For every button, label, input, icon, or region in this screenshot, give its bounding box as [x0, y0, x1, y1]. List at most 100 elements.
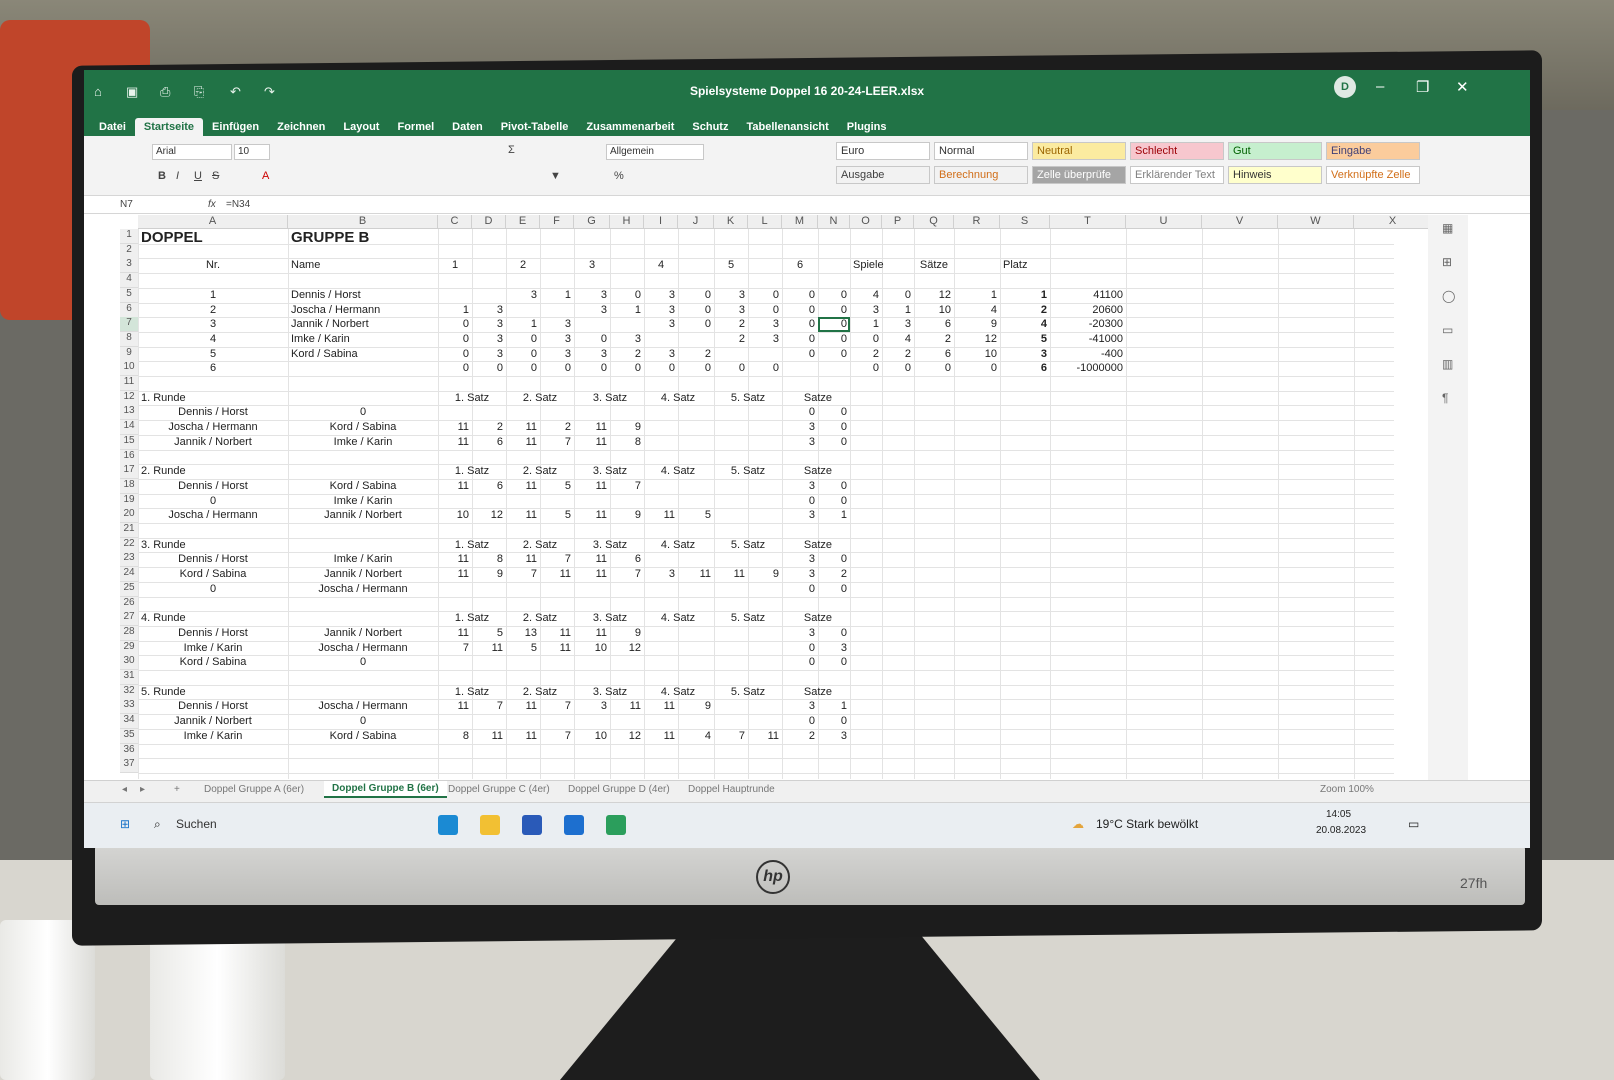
row-header-9[interactable]: 9 [120, 346, 138, 362]
cell-k6[interactable]: 3 [714, 303, 748, 318]
cell-e32[interactable]: 2. Satz [506, 685, 574, 700]
cell-style-11[interactable]: Verknüpfte Zelle [1326, 166, 1420, 184]
restore-icon[interactable]: ❐ [1416, 78, 1429, 96]
name-box[interactable]: N7 [120, 199, 133, 210]
italic-icon[interactable]: I [176, 170, 179, 182]
cell-g28[interactable]: 11 [574, 626, 610, 641]
tab-daten[interactable]: Daten [443, 118, 492, 136]
row-header-1[interactable]: 1 [120, 229, 138, 244]
cell-g18[interactable]: 11 [574, 479, 610, 494]
row-header-11[interactable]: 11 [120, 376, 138, 391]
cell-t6[interactable]: 20600 [1050, 303, 1126, 318]
column-header-r[interactable]: R [954, 215, 1000, 229]
cell-style-8[interactable]: Zelle überprüfe [1032, 166, 1126, 184]
properties-icon[interactable]: ▦ [1442, 221, 1453, 235]
row-header-6[interactable]: 6 [120, 302, 138, 318]
cell-a14[interactable]: Joscha / Hermann [138, 420, 288, 435]
row-header-10[interactable]: 10 [120, 361, 138, 377]
cell-g9[interactable]: 3 [574, 347, 610, 362]
cell-h35[interactable]: 12 [610, 729, 644, 744]
cell-h24[interactable]: 7 [610, 567, 644, 582]
sheet-tab-3[interactable]: Doppel Gruppe C (4er) [448, 784, 550, 795]
row-header-3[interactable]: 3 [120, 258, 138, 274]
cell-e5[interactable]: 3 [506, 288, 540, 303]
cell-f28[interactable]: 11 [540, 626, 574, 641]
cell-m29[interactable]: 0 [782, 641, 818, 656]
row-header-18[interactable]: 18 [120, 478, 138, 494]
cell-r5[interactable]: 1 [954, 288, 1000, 303]
cell-g3[interactable]: 3 [574, 258, 610, 273]
cell-f23[interactable]: 7 [540, 552, 574, 567]
prev-sheet-icon[interactable]: ◂ [122, 784, 127, 795]
cell-m13[interactable]: 0 [782, 405, 818, 420]
cell-i6[interactable]: 3 [644, 303, 678, 318]
cell-t8[interactable]: -41000 [1050, 332, 1126, 347]
cell-h6[interactable]: 1 [610, 303, 644, 318]
cell-b10[interactable] [288, 361, 438, 376]
cell-m20[interactable]: 3 [782, 508, 818, 523]
column-header-v[interactable]: V [1202, 215, 1278, 229]
minimize-icon[interactable]: – [1376, 78, 1384, 95]
cell-f24[interactable]: 11 [540, 567, 574, 582]
cell-k3[interactable]: 5 [714, 258, 748, 273]
cell-c7[interactable]: 0 [438, 317, 472, 332]
cell-p5[interactable]: 0 [882, 288, 914, 303]
column-header-s[interactable]: S [1000, 215, 1050, 229]
cell-e23[interactable]: 11 [506, 552, 540, 567]
row-header-14[interactable]: 14 [120, 420, 138, 436]
cell-a23[interactable]: Dennis / Horst [138, 552, 288, 567]
cell-r10[interactable]: 0 [954, 361, 1000, 376]
cell-k5[interactable]: 3 [714, 288, 748, 303]
cell-i32[interactable]: 4. Satz [644, 685, 712, 700]
cell-n8[interactable]: 0 [818, 332, 850, 347]
cell-k17[interactable]: 5. Satz [714, 464, 782, 479]
cell-n6[interactable]: 0 [818, 303, 850, 318]
tab-schutz[interactable]: Schutz [683, 118, 737, 136]
notification-icon[interactable]: ▭ [1408, 817, 1419, 831]
cell-g15[interactable]: 11 [574, 435, 610, 450]
cell-p6[interactable]: 1 [882, 303, 914, 318]
tab-einf-gen[interactable]: Einfügen [203, 118, 268, 136]
cell-l6[interactable]: 0 [748, 303, 782, 318]
cell-g29[interactable]: 10 [574, 641, 610, 656]
sheet-tab-5[interactable]: Doppel Hauptrunde [688, 784, 775, 795]
cell-i5[interactable]: 3 [644, 288, 678, 303]
column-header-w[interactable]: W [1278, 215, 1354, 229]
cell-style-1[interactable]: Normal [934, 142, 1028, 160]
cell-m22[interactable]: Satze [782, 538, 854, 553]
cell-i17[interactable]: 4. Satz [644, 464, 712, 479]
sheet-tab-2[interactable]: Doppel Gruppe B (6er) [324, 781, 447, 798]
cell-m30[interactable]: 0 [782, 655, 818, 670]
cell-s7[interactable]: 4 [1000, 317, 1050, 332]
cell-c20[interactable]: 10 [438, 508, 472, 523]
cell-e35[interactable]: 11 [506, 729, 540, 744]
cell-d10[interactable]: 0 [472, 361, 506, 376]
cell-o10[interactable]: 0 [850, 361, 882, 376]
cell-m33[interactable]: 3 [782, 699, 818, 714]
cell-e9[interactable]: 0 [506, 347, 540, 362]
cell-e28[interactable]: 13 [506, 626, 540, 641]
cell-o3[interactable]: Spiele [850, 258, 884, 273]
cell-a19[interactable]: 0 [138, 494, 288, 509]
cell-e22[interactable]: 2. Satz [506, 538, 574, 553]
cell-c28[interactable]: 11 [438, 626, 472, 641]
cell-s5[interactable]: 1 [1000, 288, 1050, 303]
cell-h28[interactable]: 9 [610, 626, 644, 641]
cell-f14[interactable]: 2 [540, 420, 574, 435]
cell-c33[interactable]: 11 [438, 699, 472, 714]
cell-r6[interactable]: 4 [954, 303, 1000, 318]
cell-n23[interactable]: 0 [818, 552, 850, 567]
row-header-27[interactable]: 27 [120, 611, 138, 627]
cell-d28[interactable]: 5 [472, 626, 506, 641]
tab-plugins[interactable]: Plugins [838, 118, 896, 136]
cell-g8[interactable]: 0 [574, 332, 610, 347]
cell-m7[interactable]: 0 [782, 317, 818, 332]
cell-g23[interactable]: 11 [574, 552, 610, 567]
cell-i12[interactable]: 4. Satz [644, 391, 712, 406]
cell-f33[interactable]: 7 [540, 699, 574, 714]
cell-b15[interactable]: Imke / Karin [288, 435, 438, 450]
cell-a29[interactable]: Imke / Karin [138, 641, 288, 656]
tab-zeichnen[interactable]: Zeichnen [268, 118, 334, 136]
cell-o9[interactable]: 2 [850, 347, 882, 362]
cell-style-7[interactable]: Berechnung [934, 166, 1028, 184]
